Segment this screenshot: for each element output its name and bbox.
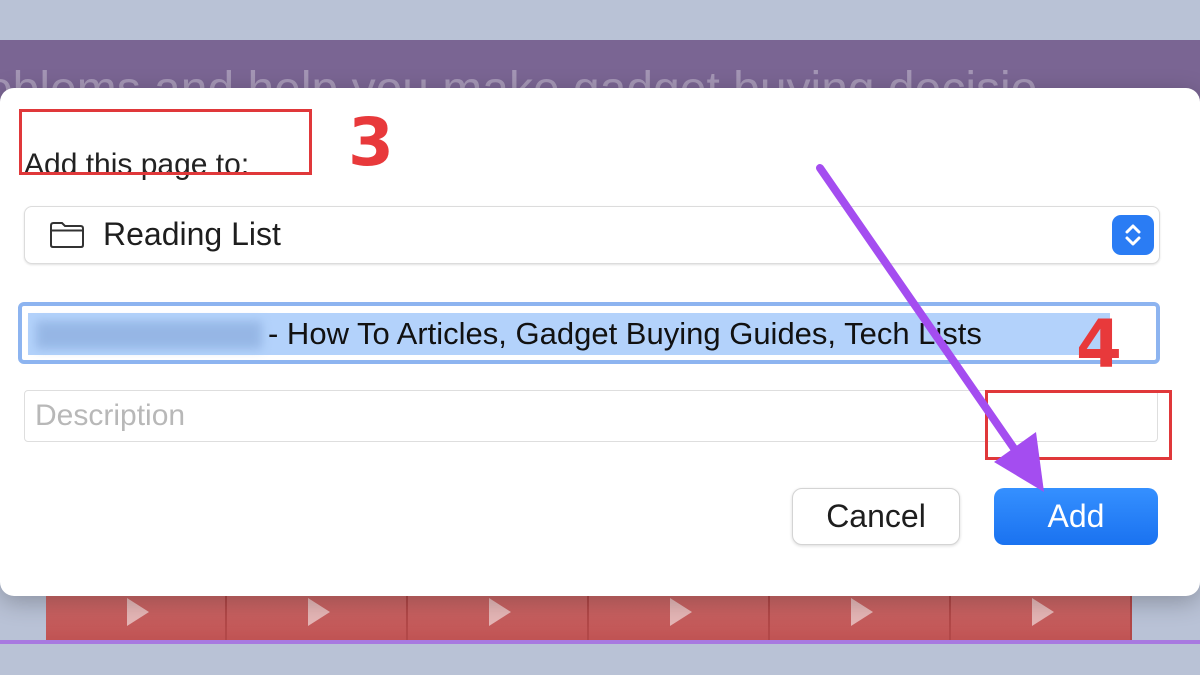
- background-thumbnail: [770, 590, 951, 642]
- step-3-label: 3: [348, 104, 394, 181]
- background-thumbnail: [227, 590, 408, 642]
- background-thumbnail: [408, 590, 589, 642]
- background-footer: [0, 644, 1200, 675]
- redacted-site-name: [36, 321, 262, 349]
- cancel-button[interactable]: Cancel: [792, 488, 960, 545]
- bookmark-title-field[interactable]: - How To Articles, Gadget Buying Guides,…: [18, 302, 1160, 364]
- chevron-up-down-icon[interactable]: [1112, 215, 1154, 255]
- add-button[interactable]: Add: [994, 488, 1158, 545]
- background-thumbnail: [589, 590, 770, 642]
- folder-icon: [50, 222, 84, 248]
- background-thumbnail: [951, 590, 1132, 642]
- background-thumbnail: [46, 590, 227, 642]
- step-4-label: 4: [1076, 306, 1122, 383]
- folder-select-value: Reading List: [103, 216, 281, 252]
- bookmark-title-value: - How To Articles, Gadget Buying Guides,…: [268, 316, 982, 351]
- step-3-highlight-box: [19, 109, 312, 175]
- folder-select[interactable]: Reading List: [24, 206, 1160, 264]
- background-thumbnails: [46, 590, 1132, 642]
- step-4-highlight-box: [985, 390, 1172, 460]
- text-selection: - How To Articles, Gadget Buying Guides,…: [28, 313, 1110, 355]
